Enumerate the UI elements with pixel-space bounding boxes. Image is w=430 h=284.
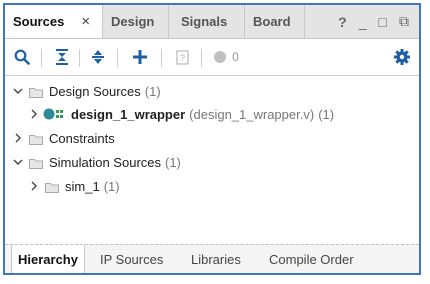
expand-all-icon[interactable]	[87, 39, 109, 75]
bottom-tab-bar: Hierarchy IP Sources Libraries Compile O…	[5, 244, 419, 273]
tree-count: (1)	[144, 83, 161, 99]
collapse-all-icon[interactable]	[51, 39, 73, 75]
tree-label: Design Sources	[49, 83, 141, 99]
folder-icon	[29, 86, 43, 98]
gear-icon[interactable]	[391, 39, 413, 75]
tab-libraries[interactable]: Libraries	[191, 245, 241, 273]
close-icon[interactable]: ×	[81, 13, 90, 30]
chevron-right-icon[interactable]	[11, 133, 25, 143]
tree-label: Simulation Sources	[49, 154, 161, 170]
tab-board[interactable]: Board	[245, 5, 305, 38]
block-design-icon	[43, 107, 65, 121]
status-dot-icon	[214, 51, 227, 63]
tab-design-label: Design	[111, 14, 155, 29]
properties-icon[interactable]: ?	[171, 39, 193, 75]
tree-node-design-sources[interactable]: Design Sources (1)	[5, 80, 419, 102]
tree-label: Constraints	[49, 130, 115, 146]
minimize-icon[interactable]: _	[359, 14, 367, 30]
folder-icon	[29, 157, 43, 169]
tab-hierarchy[interactable]: Hierarchy	[11, 245, 85, 273]
svg-text:?: ?	[179, 53, 184, 63]
window-controls: ? _ □ ⧉	[338, 5, 409, 38]
tab-bar: Sources × Design Signals Board ? _ □ ⧉	[5, 5, 419, 39]
tree-label: design_1_wrapper	[71, 106, 186, 122]
folder-icon	[29, 133, 43, 145]
tab-compile-order[interactable]: Compile Order	[269, 245, 354, 273]
tab-compile-order-label: Compile Order	[269, 251, 354, 267]
tree-node-constraints[interactable]: Constraints	[5, 127, 419, 149]
chevron-down-icon[interactable]	[11, 158, 25, 166]
tab-ip-sources[interactable]: IP Sources	[100, 245, 163, 273]
tree-node-simulation-sources[interactable]: Simulation Sources (1)	[5, 151, 419, 173]
tab-signals[interactable]: Signals	[169, 5, 245, 38]
tab-sources-label: Sources	[13, 14, 65, 29]
chevron-right-icon[interactable]	[27, 181, 41, 191]
tab-libraries-label: Libraries	[191, 251, 241, 267]
tab-design[interactable]: Design	[103, 5, 169, 38]
tab-board-label: Board	[253, 14, 291, 29]
tab-signals-label: Signals	[181, 14, 228, 29]
restore-icon[interactable]: □	[379, 14, 387, 30]
tree-count: (1)	[103, 178, 120, 194]
tab-hierarchy-label: Hierarchy	[18, 251, 78, 267]
tab-ip-sources-label: IP Sources	[100, 251, 164, 267]
float-icon[interactable]: ⧉	[399, 13, 409, 30]
tree-count: (1)	[165, 154, 181, 170]
toolbar: ? 0	[5, 39, 419, 76]
search-icon[interactable]	[11, 39, 33, 75]
tree-file: (design_1_wrapper.v)	[189, 106, 315, 122]
tree-label: sim_1	[65, 178, 100, 194]
chevron-right-icon[interactable]	[27, 109, 41, 119]
folder-icon	[45, 181, 59, 193]
help-icon[interactable]: ?	[338, 14, 347, 30]
chevron-down-icon[interactable]	[11, 87, 25, 95]
tree-count: (1)	[318, 106, 335, 122]
status-badge: 0	[209, 39, 243, 75]
tree-node-design-1-wrapper[interactable]: design_1_wrapper (design_1_wrapper.v) (1…	[5, 103, 419, 125]
tree-node-sim-1[interactable]: sim_1 (1)	[5, 175, 419, 197]
sources-panel: Sources × Design Signals Board ? _ □ ⧉ ?…	[3, 3, 421, 275]
add-icon[interactable]	[129, 39, 151, 75]
badge-count: 0	[232, 50, 239, 64]
tab-sources[interactable]: Sources ×	[5, 5, 103, 38]
